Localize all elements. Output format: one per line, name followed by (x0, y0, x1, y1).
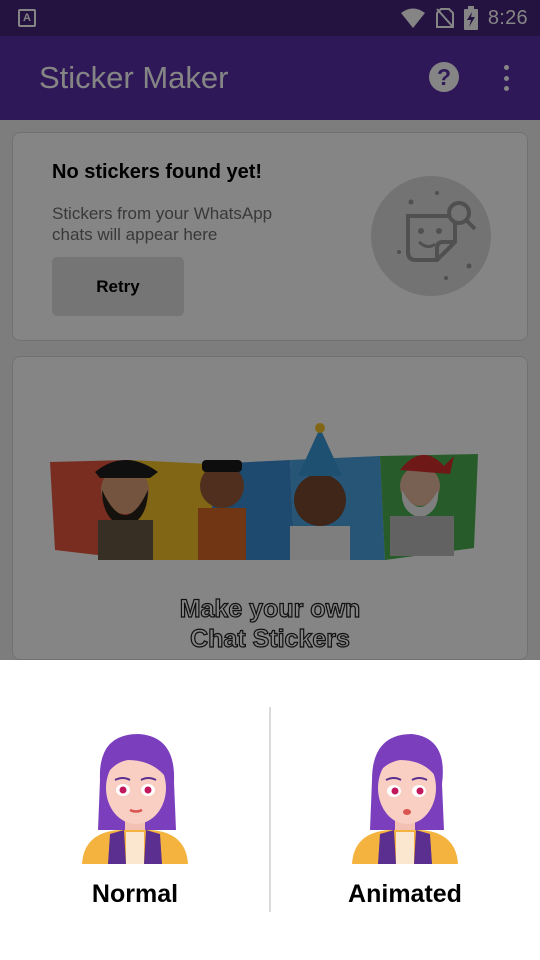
modal-scrim[interactable] (0, 0, 540, 660)
option-normal[interactable]: Normal (0, 660, 270, 960)
avatar-animated-image (352, 734, 458, 864)
option-animated[interactable]: Animated (270, 660, 540, 960)
avatar-normal-image (82, 734, 188, 864)
option-animated-label: Animated (348, 880, 462, 908)
sticker-type-bottom-sheet: Normal Animated (0, 660, 540, 960)
option-normal-label: Normal (91, 880, 179, 908)
